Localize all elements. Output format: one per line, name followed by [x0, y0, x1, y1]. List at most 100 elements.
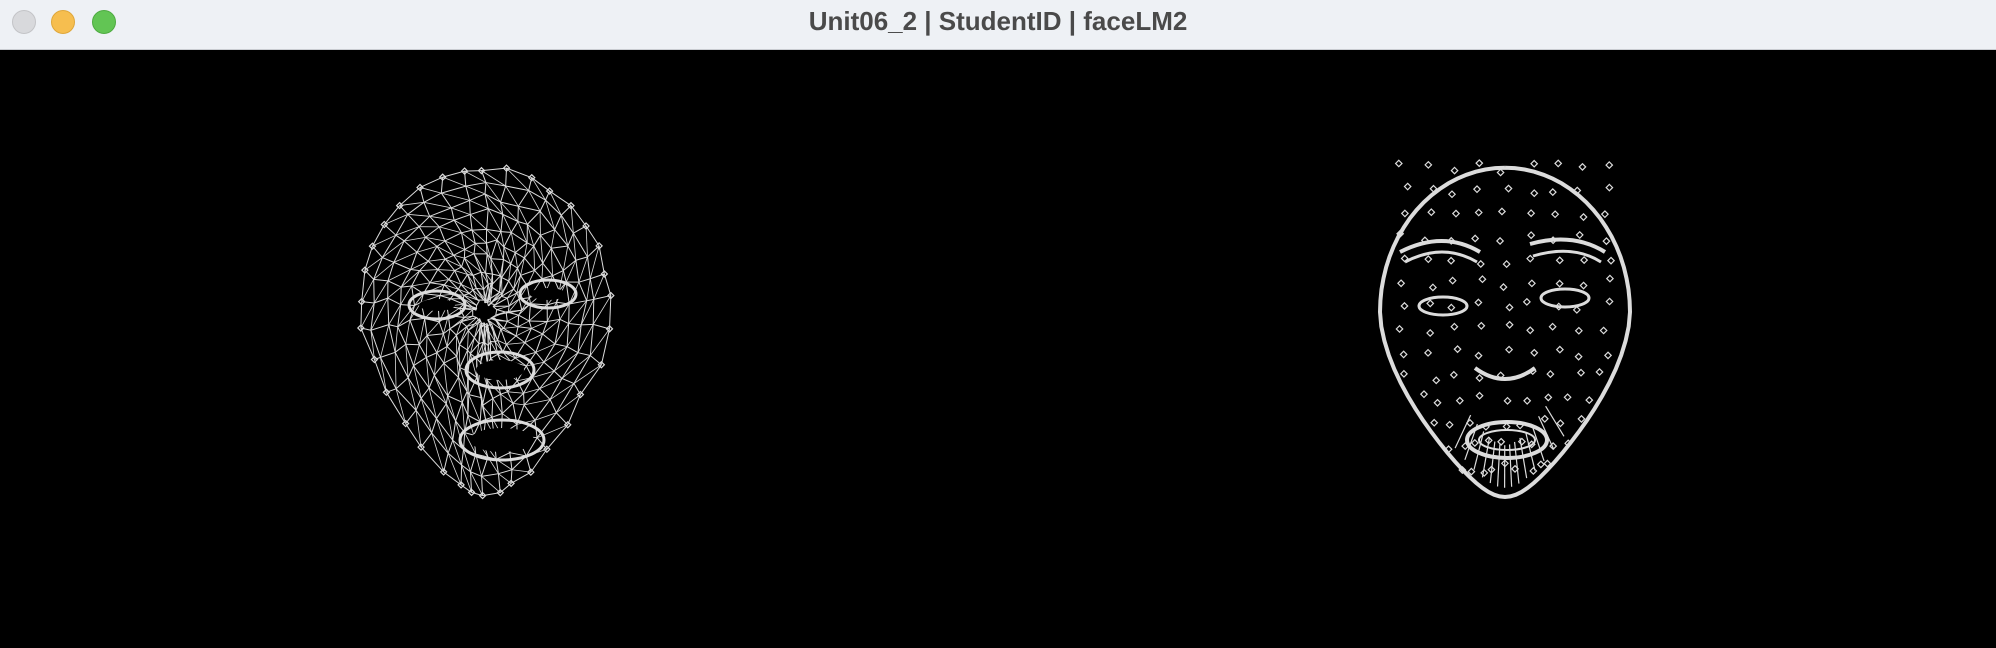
landmark-point [1449, 370, 1458, 379]
landmark-point [1497, 207, 1507, 216]
landmark-point [1432, 376, 1441, 385]
landmark-point [1399, 369, 1408, 378]
landmark-point [1397, 279, 1406, 288]
landmark-point [1602, 237, 1611, 246]
landmark-point [1475, 373, 1484, 383]
landmark-point [1428, 283, 1437, 292]
landmark-point [1496, 168, 1505, 177]
chin-ray [1496, 444, 1501, 487]
landmark-point [1523, 396, 1532, 405]
landmark-point [1400, 209, 1409, 218]
landmark-point [1527, 231, 1536, 240]
landmark-point [1577, 414, 1586, 423]
landmark-point [1530, 189, 1539, 198]
landmark-point [1574, 352, 1583, 361]
landmark-point [1474, 298, 1483, 307]
landmark-point [1426, 328, 1435, 338]
landmark-point [1394, 159, 1403, 168]
landmark-point [1605, 161, 1614, 170]
landmark-point [1526, 326, 1535, 335]
landmark-point [1551, 210, 1560, 219]
landmark-point [1579, 212, 1588, 222]
landmark-point [1471, 234, 1480, 243]
landmark-point [1445, 420, 1454, 429]
landmark-point [1478, 275, 1487, 284]
landmark-point [1427, 208, 1436, 217]
landmark-point [1474, 351, 1483, 360]
landmark-point [1470, 438, 1479, 447]
landmark-point [1522, 297, 1531, 306]
landmark-point [1556, 419, 1565, 428]
landmark-point [1599, 326, 1608, 335]
landmark-point [1477, 321, 1486, 330]
landmark-point [1605, 297, 1614, 306]
landmark-point [1555, 256, 1564, 265]
landmark-point [1475, 159, 1484, 168]
landmark-point [1505, 320, 1514, 329]
nose-contour [1473, 366, 1537, 381]
left-eyebrow [1399, 239, 1482, 254]
landmark-point [1574, 326, 1583, 335]
left-eye-contour [1417, 295, 1469, 317]
landmark-point [1400, 301, 1409, 311]
window-title: Unit06_2 | StudentID | faceLM2 [808, 6, 1188, 36]
right-eyebrow-lower [1532, 249, 1602, 264]
landmark-point [1529, 466, 1538, 475]
landmark-point [1395, 324, 1404, 333]
landmark-point [1451, 209, 1461, 218]
landmark-point [1450, 166, 1459, 175]
landmark-point [1576, 368, 1586, 377]
landmark-point [1448, 276, 1457, 285]
landmark-point [1605, 183, 1614, 192]
landmark-point [1472, 185, 1482, 194]
app-window: Unit06_2 | StudentID | faceLM2 [0, 0, 1996, 648]
landmark-point [1433, 398, 1442, 407]
landmark-point [1447, 256, 1456, 265]
landmark-point [1526, 254, 1535, 263]
landmark-point [1399, 350, 1408, 359]
landmark-point [1426, 299, 1435, 308]
landmark-point [1424, 255, 1433, 264]
landmark-point [1530, 348, 1539, 357]
landmark-point [1475, 391, 1484, 400]
face-landmarks-contours [1377, 159, 1633, 500]
landmark-point [1555, 345, 1564, 354]
landmark-point [1504, 184, 1513, 193]
landmark-point [1606, 256, 1616, 265]
landmark-point [1503, 396, 1512, 405]
landmark-point [1419, 390, 1429, 399]
landmark-point [1548, 188, 1557, 197]
video-canvas [0, 50, 1996, 648]
landmark-point [1605, 274, 1614, 283]
landmark-point [1505, 303, 1514, 312]
landmark-point [1563, 393, 1572, 402]
landmark-point [1595, 367, 1604, 377]
landmark-point [1536, 460, 1545, 469]
landmark-point [1546, 370, 1555, 379]
landmark-point [1424, 160, 1433, 169]
landmark-point [1453, 345, 1462, 354]
landmark-point [1603, 351, 1613, 360]
landmark-point [1499, 283, 1508, 292]
landmark-point [1530, 159, 1539, 168]
landmark-point [1578, 162, 1587, 171]
landmark-point [1476, 259, 1485, 269]
landmark-point [1527, 209, 1536, 218]
left-eyebrow-lower [1404, 250, 1478, 264]
landmark-point [1548, 322, 1557, 331]
landmark-point [1555, 279, 1564, 288]
right-eye-contour [1539, 287, 1591, 309]
landmark-point [1497, 437, 1506, 446]
landmark-point [1554, 159, 1563, 168]
landmark-point [1505, 345, 1514, 354]
landmark-point [1447, 190, 1457, 199]
landmark-point [1585, 396, 1594, 405]
landmark-point [1502, 260, 1511, 269]
landmark-point [1424, 348, 1433, 357]
title-bar[interactable]: Unit06_2 | StudentID | faceLM2 [0, 0, 1996, 50]
landmark-point [1496, 236, 1505, 246]
landmark-point [1455, 396, 1464, 405]
landmark-point [1527, 279, 1536, 288]
landmark-point [1502, 422, 1511, 431]
landmark-point [1540, 414, 1549, 423]
